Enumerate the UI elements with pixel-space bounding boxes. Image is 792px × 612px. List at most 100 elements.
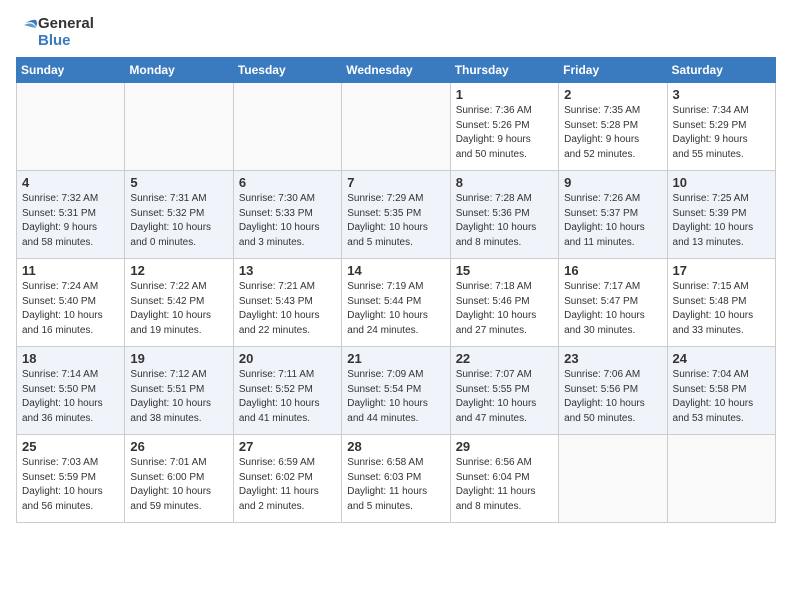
day-number: 6 <box>239 175 336 190</box>
day-number: 21 <box>347 351 444 366</box>
day-info: Sunrise: 7:17 AM Sunset: 5:47 PM Dayligh… <box>564 280 661 338</box>
calendar-day-cell: 13 Sunrise: 7:21 AM Sunset: 5:43 PM Dayli… <box>233 259 341 347</box>
calendar-day-cell: 7 Sunrise: 7:29 AM Sunset: 5:35 PM Daylig… <box>342 171 450 259</box>
logo-blue: Blue <box>38 33 94 50</box>
day-info: Sunrise: 7:18 AM Sunset: 5:46 PM Dayligh… <box>456 280 553 338</box>
day-info: Sunrise: 7:22 AM Sunset: 5:42 PM Dayligh… <box>130 280 227 338</box>
weekday-header: Tuesday <box>233 58 341 83</box>
weekday-header: Wednesday <box>342 58 450 83</box>
weekday-header-row: SundayMondayTuesdayWednesdayThursdayFrid… <box>17 58 776 83</box>
weekday-header: Sunday <box>17 58 125 83</box>
weekday-header: Saturday <box>667 58 775 83</box>
day-info: Sunrise: 7:24 AM Sunset: 5:40 PM Dayligh… <box>22 280 119 338</box>
day-info: Sunrise: 7:32 AM Sunset: 5:31 PM Dayligh… <box>22 192 119 250</box>
day-info: Sunrise: 7:35 AM Sunset: 5:28 PM Dayligh… <box>564 104 661 162</box>
day-info: Sunrise: 7:11 AM Sunset: 5:52 PM Dayligh… <box>239 368 336 426</box>
weekday-header: Friday <box>559 58 667 83</box>
day-number: 4 <box>22 175 119 190</box>
calendar-day-cell: 11 Sunrise: 7:24 AM Sunset: 5:40 PM Dayli… <box>17 259 125 347</box>
calendar-day-cell: 6 Sunrise: 7:30 AM Sunset: 5:33 PM Daylig… <box>233 171 341 259</box>
day-info: Sunrise: 7:34 AM Sunset: 5:29 PM Dayligh… <box>673 104 770 162</box>
calendar-day-cell: 19 Sunrise: 7:12 AM Sunset: 5:51 PM Dayli… <box>125 347 233 435</box>
day-info: Sunrise: 6:56 AM Sunset: 6:04 PM Dayligh… <box>456 456 553 514</box>
calendar-day-cell: 3 Sunrise: 7:34 AM Sunset: 5:29 PM Daylig… <box>667 83 775 171</box>
day-info: Sunrise: 7:36 AM Sunset: 5:26 PM Dayligh… <box>456 104 553 162</box>
day-info: Sunrise: 7:12 AM Sunset: 5:51 PM Dayligh… <box>130 368 227 426</box>
day-number: 12 <box>130 263 227 278</box>
day-number: 15 <box>456 263 553 278</box>
calendar-day-cell: 9 Sunrise: 7:26 AM Sunset: 5:37 PM Daylig… <box>559 171 667 259</box>
calendar-day-cell <box>17 83 125 171</box>
calendar-week-row: 1 Sunrise: 7:36 AM Sunset: 5:26 PM Daylig… <box>17 83 776 171</box>
calendar-day-cell: 5 Sunrise: 7:31 AM Sunset: 5:32 PM Daylig… <box>125 171 233 259</box>
calendar-day-cell: 4 Sunrise: 7:32 AM Sunset: 5:31 PM Daylig… <box>17 171 125 259</box>
day-number: 8 <box>456 175 553 190</box>
calendar-day-cell: 24Sunrise: 7:04 AM Sunset: 5:58 PM Dayli… <box>667 347 775 435</box>
calendar-day-cell: 17Sunrise: 7:15 AM Sunset: 5:48 PM Dayli… <box>667 259 775 347</box>
calendar-day-cell: 10Sunrise: 7:25 AM Sunset: 5:39 PM Dayli… <box>667 171 775 259</box>
day-number: 10 <box>673 175 770 190</box>
logo-text: General Blue <box>38 16 94 49</box>
calendar-day-cell <box>125 83 233 171</box>
calendar-day-cell: 16 Sunrise: 7:17 AM Sunset: 5:47 PM Dayli… <box>559 259 667 347</box>
day-number: 5 <box>130 175 227 190</box>
day-number: 7 <box>347 175 444 190</box>
calendar-day-cell <box>559 435 667 523</box>
calendar-day-cell: 25Sunrise: 7:03 AM Sunset: 5:59 PM Dayli… <box>17 435 125 523</box>
day-info: Sunrise: 7:21 AM Sunset: 5:43 PM Dayligh… <box>239 280 336 338</box>
day-number: 16 <box>564 263 661 278</box>
day-info: Sunrise: 7:06 AM Sunset: 5:56 PM Dayligh… <box>564 368 661 426</box>
day-info: Sunrise: 7:28 AM Sunset: 5:36 PM Dayligh… <box>456 192 553 250</box>
day-number: 19 <box>130 351 227 366</box>
day-number: 9 <box>564 175 661 190</box>
calendar-day-cell: 22Sunrise: 7:07 AM Sunset: 5:55 PM Dayli… <box>450 347 558 435</box>
calendar-week-row: 18Sunrise: 7:14 AM Sunset: 5:50 PM Dayli… <box>17 347 776 435</box>
calendar-week-row: 25Sunrise: 7:03 AM Sunset: 5:59 PM Dayli… <box>17 435 776 523</box>
calendar-day-cell: 26Sunrise: 7:01 AM Sunset: 6:00 PM Dayli… <box>125 435 233 523</box>
calendar-day-cell: 29 Sunrise: 6:56 AM Sunset: 6:04 PM Dayli… <box>450 435 558 523</box>
day-number: 1 <box>456 87 553 102</box>
day-number: 29 <box>456 439 553 454</box>
day-number: 26 <box>130 439 227 454</box>
calendar-week-row: 4 Sunrise: 7:32 AM Sunset: 5:31 PM Daylig… <box>17 171 776 259</box>
calendar-table: SundayMondayTuesdayWednesdayThursdayFrid… <box>16 57 776 523</box>
day-number: 13 <box>239 263 336 278</box>
calendar-day-cell <box>667 435 775 523</box>
day-info: Sunrise: 7:07 AM Sunset: 5:55 PM Dayligh… <box>456 368 553 426</box>
day-number: 2 <box>564 87 661 102</box>
logo-container: General Blue <box>16 16 94 49</box>
logo: General Blue <box>16 16 94 49</box>
calendar-day-cell: 28 Sunrise: 6:58 AM Sunset: 6:03 PM Dayli… <box>342 435 450 523</box>
weekday-header: Thursday <box>450 58 558 83</box>
day-number: 25 <box>22 439 119 454</box>
calendar-day-cell: 27 Sunrise: 6:59 AM Sunset: 6:02 PM Dayli… <box>233 435 341 523</box>
day-number: 20 <box>239 351 336 366</box>
day-info: Sunrise: 6:58 AM Sunset: 6:03 PM Dayligh… <box>347 456 444 514</box>
day-number: 27 <box>239 439 336 454</box>
calendar-day-cell: 20 Sunrise: 7:11 AM Sunset: 5:52 PM Dayli… <box>233 347 341 435</box>
calendar-day-cell: 1 Sunrise: 7:36 AM Sunset: 5:26 PM Daylig… <box>450 83 558 171</box>
calendar-day-cell: 2 Sunrise: 7:35 AM Sunset: 5:28 PM Daylig… <box>559 83 667 171</box>
calendar-day-cell: 12 Sunrise: 7:22 AM Sunset: 5:42 PM Dayli… <box>125 259 233 347</box>
calendar-day-cell: 15 Sunrise: 7:18 AM Sunset: 5:46 PM Dayli… <box>450 259 558 347</box>
day-info: Sunrise: 6:59 AM Sunset: 6:02 PM Dayligh… <box>239 456 336 514</box>
calendar-day-cell: 18Sunrise: 7:14 AM Sunset: 5:50 PM Dayli… <box>17 347 125 435</box>
day-info: Sunrise: 7:31 AM Sunset: 5:32 PM Dayligh… <box>130 192 227 250</box>
day-info: Sunrise: 7:26 AM Sunset: 5:37 PM Dayligh… <box>564 192 661 250</box>
day-info: Sunrise: 7:09 AM Sunset: 5:54 PM Dayligh… <box>347 368 444 426</box>
day-info: Sunrise: 7:30 AM Sunset: 5:33 PM Dayligh… <box>239 192 336 250</box>
day-number: 17 <box>673 263 770 278</box>
day-number: 24 <box>673 351 770 366</box>
calendar-day-cell: 21 Sunrise: 7:09 AM Sunset: 5:54 PM Dayli… <box>342 347 450 435</box>
calendar-day-cell: 14 Sunrise: 7:19 AM Sunset: 5:44 PM Dayli… <box>342 259 450 347</box>
day-number: 23 <box>564 351 661 366</box>
day-info: Sunrise: 7:29 AM Sunset: 5:35 PM Dayligh… <box>347 192 444 250</box>
day-info: Sunrise: 7:14 AM Sunset: 5:50 PM Dayligh… <box>22 368 119 426</box>
day-number: 3 <box>673 87 770 102</box>
day-info: Sunrise: 7:19 AM Sunset: 5:44 PM Dayligh… <box>347 280 444 338</box>
day-number: 11 <box>22 263 119 278</box>
page-header: General Blue <box>16 16 776 49</box>
logo-bird-icon <box>16 19 38 47</box>
day-number: 28 <box>347 439 444 454</box>
day-number: 14 <box>347 263 444 278</box>
